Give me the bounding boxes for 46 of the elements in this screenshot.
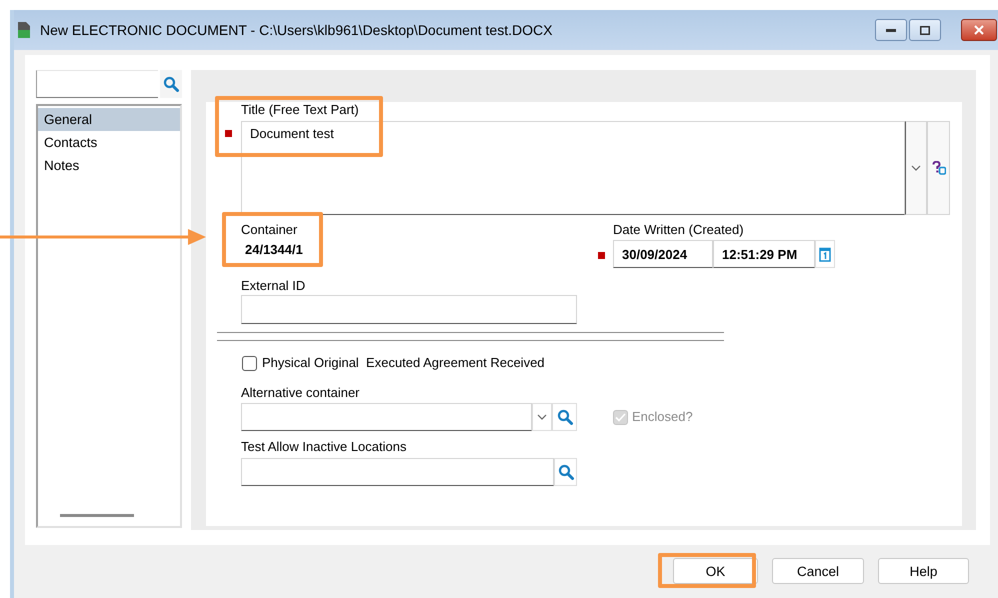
window-title: New ELECTRONIC DOCUMENT - C:\Users\klb961\Desktop\Document test.DOCX [40, 22, 552, 38]
calendar-icon [819, 246, 831, 262]
chevron-down-icon [911, 165, 921, 171]
maximize-icon [920, 26, 930, 34]
dialog-button[interactable]: Cancel [772, 558, 864, 584]
checkbox-label: Physical Original Executed Agreement Received [262, 355, 545, 371]
calendar-button[interactable] [815, 240, 835, 268]
spellcheck-button[interactable] [927, 121, 950, 215]
field-label: Alternative container [241, 385, 361, 401]
search-button[interactable] [552, 403, 577, 431]
chevron-down-icon [537, 414, 547, 420]
dialog-button[interactable]: OK [673, 558, 758, 584]
date-field[interactable]: 30/09/2024 [613, 240, 713, 268]
document-icon [18, 22, 30, 38]
search-button[interactable] [554, 458, 577, 486]
search-button[interactable] [160, 70, 182, 98]
field-label: External ID [241, 278, 306, 294]
sidebar-item[interactable]: General [38, 108, 180, 131]
close-button[interactable] [961, 19, 997, 41]
checkbox[interactable] [242, 356, 257, 370]
minimize-button[interactable] [875, 19, 907, 41]
close-icon [974, 25, 984, 35]
help-text-icon [932, 161, 946, 175]
container-value: 24/1344/1 [245, 242, 304, 258]
maximize-button[interactable] [909, 19, 941, 41]
field-label: Test Allow Inactive Locations [241, 439, 408, 455]
minimize-icon [886, 28, 896, 32]
field-label: Date Written (Created) [613, 222, 745, 238]
field-label: Container [241, 222, 298, 238]
field-label: Title (Free Text Part) [241, 102, 360, 118]
dropdown-button[interactable] [532, 403, 552, 431]
search-icon [556, 409, 572, 425]
checkbox-label: Enclosed? [632, 409, 693, 425]
search-icon [558, 464, 574, 480]
search-icon [163, 76, 179, 92]
time-field[interactable]: 12:51:29 PM [713, 240, 815, 268]
locations-field[interactable] [241, 458, 554, 486]
alternative-container-field[interactable] [241, 403, 532, 431]
external-id-field[interactable] [241, 295, 577, 324]
sidebar-item[interactable]: Notes [38, 154, 180, 177]
sidebar-item[interactable]: Contacts [38, 131, 180, 154]
scrollbar-thumb[interactable] [60, 514, 134, 517]
title-field[interactable]: Document test [241, 121, 905, 215]
search-field[interactable] [36, 70, 158, 98]
dropdown-button[interactable] [905, 121, 927, 215]
dialog-button[interactable]: Help [878, 558, 969, 584]
